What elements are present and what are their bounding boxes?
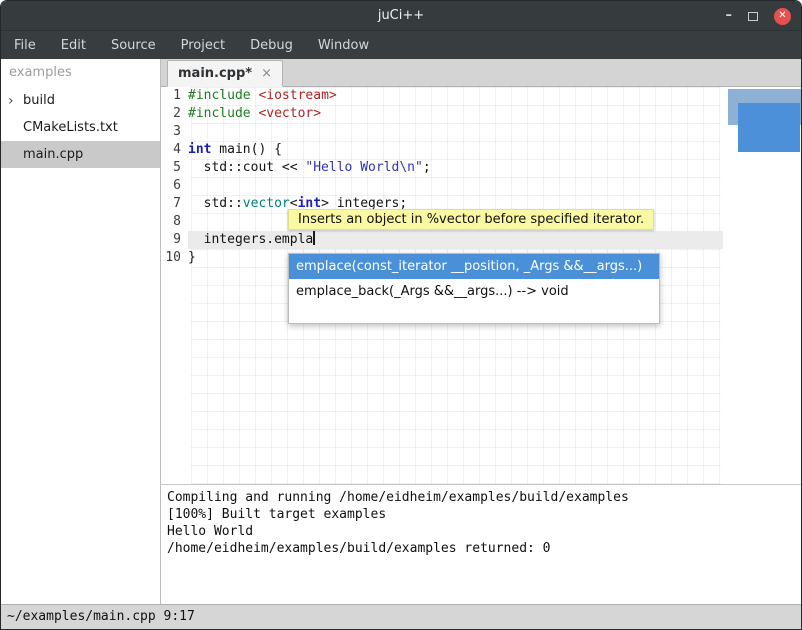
window-title: juCi++ — [378, 8, 424, 23]
menu-item-edit[interactable]: Edit — [61, 38, 86, 53]
code-text: integers.empla — [188, 231, 723, 249]
code-area: 1#include <iostream>2#include <vector>34… — [161, 87, 723, 267]
code-text: #include <vector> — [188, 105, 723, 123]
code-line[interactable]: 5 std::cout << "Hello World\n"; — [161, 159, 723, 177]
terminal-line: Compiling and running /home/eidheim/exam… — [167, 489, 795, 506]
sidebar-item-label: CMakeLists.txt — [23, 120, 118, 135]
code-line[interactable]: 9 integers.empla — [161, 231, 723, 249]
line-number: 6 — [161, 177, 188, 195]
line-number: 10 — [161, 249, 188, 267]
sidebar-item-main-cpp[interactable]: main.cpp — [1, 141, 160, 168]
code-text: #include <iostream> — [188, 87, 723, 105]
tab-close-icon[interactable]: × — [261, 66, 272, 81]
sidebar-item-build[interactable]: ›build — [1, 87, 160, 114]
maximize-button[interactable] — [748, 12, 758, 21]
line-number: 1 — [161, 87, 188, 105]
menubar: File Edit Source Project Debug Window — [1, 31, 801, 59]
file-tree-sidebar: examples ›build CMakeLists.txt main.cpp — [1, 59, 161, 604]
terminal-line: Hello World — [167, 523, 795, 540]
sidebar-title: examples — [1, 59, 160, 87]
sidebar-item-cmakelists-txt[interactable]: CMakeLists.txt — [1, 114, 160, 141]
code-text — [188, 123, 723, 141]
chevron-right-icon: › — [8, 93, 23, 109]
sidebar-item-label: main.cpp — [23, 147, 83, 162]
scrollbar-thumb[interactable] — [738, 103, 800, 152]
line-number: 8 — [161, 213, 188, 231]
terminal-line: /home/eidheim/examples/build/examples re… — [167, 540, 795, 557]
code-editor[interactable]: 1#include <iostream>2#include <vector>34… — [161, 87, 801, 484]
text-cursor — [313, 231, 315, 245]
line-number: 4 — [161, 141, 188, 159]
window-controls: – ✕ — [726, 1, 792, 31]
close-button[interactable]: ✕ — [774, 8, 791, 25]
terminal-output[interactable]: Compiling and running /home/eidheim/exam… — [161, 484, 801, 604]
code-text: int main() { — [188, 141, 723, 159]
file-tree: ›build CMakeLists.txt main.cpp — [1, 87, 160, 168]
status-bar: ~/examples/main.cpp 9:17 — [1, 604, 801, 629]
line-number: 7 — [161, 195, 188, 213]
tab-label: main.cpp* — [178, 66, 252, 81]
line-number: 5 — [161, 159, 188, 177]
menu-item-debug[interactable]: Debug — [250, 38, 293, 53]
menu-item-source[interactable]: Source — [111, 38, 156, 53]
menu-item-file[interactable]: File — [14, 38, 36, 53]
completion-popup: emplace(const_iterator __position, _Args… — [288, 253, 660, 324]
code-text: std::cout << "Hello World\n"; — [188, 159, 723, 177]
content: examples ›build CMakeLists.txt main.cpp ma… — [1, 59, 801, 604]
code-line[interactable]: 4int main() { — [161, 141, 723, 159]
code-line[interactable]: 3 — [161, 123, 723, 141]
main-panel: main.cpp* × 1#include <iostream>2#includ… — [161, 59, 801, 604]
sidebar-item-label: build — [23, 93, 55, 108]
app-window: juCi++ – ✕ File Edit Source Project Debug Win… — [0, 0, 802, 630]
tab-main-cpp[interactable]: main.cpp* × — [167, 60, 283, 87]
completion-item[interactable]: emplace(const_iterator __position, _Args… — [289, 254, 659, 279]
code-line[interactable]: 6 — [161, 177, 723, 195]
line-number: 9 — [161, 231, 188, 249]
line-number: 3 — [161, 123, 188, 141]
titlebar: juCi++ – ✕ — [1, 1, 801, 31]
tabbar: main.cpp* × — [161, 59, 801, 87]
completion-item[interactable]: emplace_back(_Args &&__args...) --> void — [289, 279, 659, 304]
menu-item-project[interactable]: Project — [181, 38, 225, 53]
code-line[interactable]: 2#include <vector> — [161, 105, 723, 123]
minimize-button[interactable]: – — [726, 11, 733, 21]
code-text — [188, 177, 723, 195]
line-number: 2 — [161, 105, 188, 123]
doc-tooltip: Inserts an object in %vector before spec… — [288, 209, 654, 230]
menu-item-window[interactable]: Window — [318, 38, 369, 53]
terminal-line: [100%] Built target examples — [167, 506, 795, 523]
code-line[interactable]: 1#include <iostream> — [161, 87, 723, 105]
